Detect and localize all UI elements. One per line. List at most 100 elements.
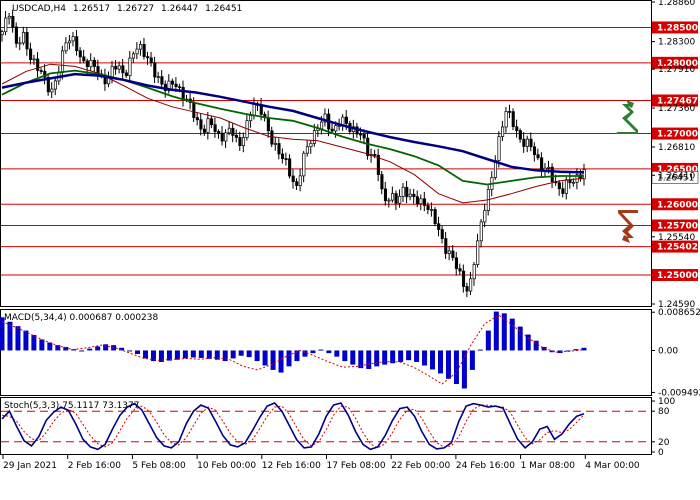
candle-body: [18, 42, 22, 45]
candle-body: [440, 229, 444, 239]
candle-body: [117, 65, 121, 70]
candle-body: [483, 210, 487, 223]
candle-body: [206, 118, 210, 133]
macd-bar: [461, 350, 467, 389]
candle-body: [202, 128, 207, 133]
macd-bar: [270, 350, 276, 370]
candle-body: [398, 195, 402, 204]
candle-body: [121, 65, 125, 74]
candle-body: [7, 15, 11, 19]
candle-body: [142, 44, 146, 57]
candle-body: [444, 238, 448, 254]
candle-body: [64, 42, 68, 52]
macd-bar: [143, 350, 149, 359]
candle-body: [536, 154, 540, 159]
candle-body: [85, 60, 89, 68]
macd-bar: [87, 348, 93, 351]
trading-chart[interactable]: 1.285001.280001.274671.270001.265001.260…: [0, 0, 700, 500]
stoch-axis: 10080 200: [651, 397, 675, 458]
candle-body: [426, 205, 430, 211]
candle-body: [14, 26, 18, 44]
macd-bar: [374, 350, 380, 367]
macd-bar: [262, 350, 268, 366]
candle-body: [146, 56, 150, 59]
candle-body: [192, 102, 196, 118]
macd-bar: [326, 350, 332, 354]
candle-body: [139, 44, 143, 50]
candle-body: [78, 50, 82, 58]
candle-body: [504, 111, 508, 128]
candle-body: [288, 158, 292, 177]
price-tick-label: 1.28860: [658, 0, 695, 8]
candle-body: [82, 56, 86, 62]
candle-body: [433, 209, 437, 225]
candle-body: [135, 48, 139, 55]
macd-bar: [334, 350, 340, 357]
candle-body: [213, 124, 217, 132]
candle-body: [234, 135, 238, 138]
macd-bar: [23, 330, 29, 351]
level-tag-label: 1.25000: [657, 271, 698, 281]
macd-axis: 0.0086520.00-0.009492: [651, 308, 700, 398]
macd-bar: [278, 350, 284, 373]
time-tick-label: 17 Feb 08:00: [327, 461, 386, 471]
candle-body: [195, 117, 199, 121]
macd-bar: [525, 334, 531, 351]
candle-body: [60, 50, 65, 73]
candle-body: [430, 209, 434, 211]
macd-bar: [437, 350, 443, 374]
candle-body: [366, 137, 370, 157]
candle-body: [401, 186, 405, 197]
candle-body: [561, 188, 565, 194]
candle-body: [479, 221, 483, 242]
macd-bar: [453, 350, 459, 385]
candle-body: [437, 223, 441, 230]
macd-bar: [422, 350, 428, 366]
time-tick-label: 10 Feb 00:00: [197, 461, 256, 471]
candle-body: [281, 153, 285, 159]
candle-body: [252, 104, 256, 116]
time-tick-label: 5 Feb 08:00: [132, 461, 186, 471]
level-tag-label: 1.28500: [657, 23, 698, 33]
candle-body: [529, 138, 533, 148]
macd-bar: [103, 344, 109, 351]
candle-body: [238, 137, 242, 147]
candle-body: [178, 86, 182, 89]
candle-body: [454, 257, 458, 269]
macd-bar: [501, 313, 507, 351]
macd-bar: [493, 311, 499, 351]
candle-body: [383, 188, 388, 202]
candle-body: [511, 111, 515, 128]
candle-body: [11, 15, 15, 28]
candle-body: [508, 111, 512, 113]
candle-body: [394, 193, 398, 204]
macd-bar: [198, 350, 204, 358]
candle-body: [249, 115, 253, 122]
candle-body: [557, 182, 561, 190]
candle-body: [373, 154, 377, 156]
candle-body: [295, 181, 299, 186]
candle-body: [387, 199, 391, 202]
price-panel[interactable]: [0, 0, 652, 307]
candle-body: [53, 80, 57, 90]
macd-bar: [286, 350, 292, 367]
macd-bar: [382, 350, 388, 365]
candle-body: [451, 250, 455, 259]
candle-body: [170, 80, 175, 85]
candle-body: [320, 121, 324, 130]
candle-body: [501, 126, 505, 137]
macd-bar: [7, 321, 13, 351]
candle-body: [71, 36, 75, 42]
candle-body: [422, 198, 427, 206]
candle-body: [330, 128, 334, 132]
candle-body: [472, 264, 476, 280]
candle-body: [39, 70, 43, 72]
time-axis: 29 Jan 2021 2 Feb 16:00 5 Feb 08:00 10 Feb …: [2, 455, 640, 471]
candle-body: [465, 286, 469, 292]
macd-bar: [398, 350, 404, 362]
candle-body: [334, 125, 338, 132]
candle-body: [128, 57, 132, 77]
stoch-title: Stoch(5,3,3) 75.1117 73.1377: [4, 401, 139, 411]
candle-body: [419, 198, 423, 205]
candle-body: [160, 76, 164, 85]
